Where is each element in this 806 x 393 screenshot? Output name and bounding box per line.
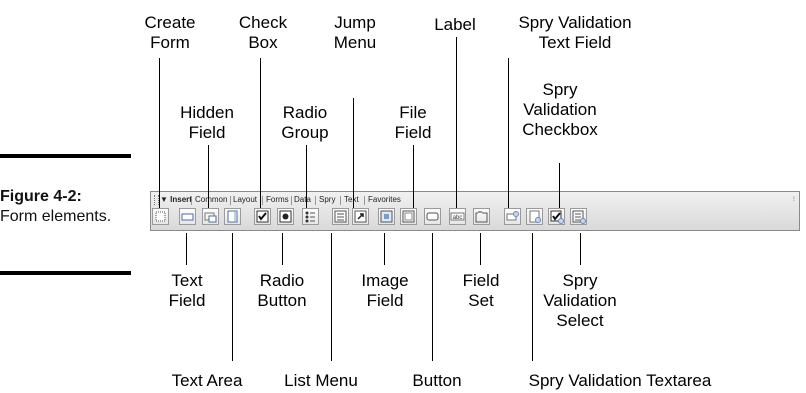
tab-separator xyxy=(315,196,316,205)
callout-spry-validation-checkbox: Spry Validation Checkbox xyxy=(522,80,598,139)
leader-line xyxy=(282,233,283,265)
tab-separator xyxy=(340,196,341,205)
leader-line xyxy=(186,233,187,265)
image-field-icon[interactable] xyxy=(378,208,395,225)
figure-caption: Figure 4-2: Form elements. xyxy=(0,187,140,227)
tab-separator xyxy=(191,196,192,205)
leader-line xyxy=(384,233,385,265)
tab-common[interactable]: Common xyxy=(195,193,227,207)
tab-separator xyxy=(262,196,263,205)
callout-button: Button xyxy=(412,371,462,390)
callout-text-area: Text Area xyxy=(171,371,243,390)
tab-forms[interactable]: Forms xyxy=(266,193,289,207)
label-icon[interactable]: abc xyxy=(449,208,466,225)
callout-jump-menu: Jump Menu xyxy=(333,13,377,52)
leader-line xyxy=(480,233,481,265)
callout-create-form: Create Form xyxy=(144,13,196,52)
leader-line xyxy=(413,145,414,208)
spry-validation-checkbox-icon[interactable] xyxy=(548,208,565,225)
callout-image-field: Image Field xyxy=(361,271,409,310)
spry-validation-text-field-icon[interactable] xyxy=(504,208,521,225)
callout-list-menu: List Menu xyxy=(284,371,358,390)
insert-toolbar: ▼ Insert Common Layout Forms Data Spry T… xyxy=(150,191,800,231)
tab-separator xyxy=(230,196,231,205)
tab-separator xyxy=(291,196,292,205)
tab-insert[interactable]: ▼ Insert xyxy=(160,193,192,207)
create-form-icon[interactable] xyxy=(152,208,169,225)
svg-text:abc: abc xyxy=(453,215,463,221)
callout-spry-validation-text-field: Spry Validation Text Field xyxy=(518,13,632,52)
leader-line xyxy=(559,163,560,208)
callout-field-set: Field Set xyxy=(462,271,500,310)
leader-line xyxy=(331,233,332,361)
leader-line xyxy=(306,145,307,208)
leader-line xyxy=(232,233,233,361)
jump-menu-icon[interactable] xyxy=(352,208,369,225)
leader-line xyxy=(159,58,160,208)
button-icon[interactable] xyxy=(424,208,441,225)
callout-text-field: Text Field xyxy=(168,271,206,310)
field-set-icon[interactable] xyxy=(473,208,490,225)
tab-layout[interactable]: Layout xyxy=(233,193,257,207)
radio-group-icon[interactable] xyxy=(302,208,319,225)
leader-line xyxy=(260,58,261,208)
leader-line xyxy=(580,233,581,265)
spry-validation-textarea-icon[interactable] xyxy=(526,208,543,225)
figure-number: Figure 4-2: xyxy=(0,188,82,205)
resize-grip-icon[interactable]: ⁝ xyxy=(793,195,795,203)
tab-separator xyxy=(364,196,365,205)
tab-favorites[interactable]: Favorites xyxy=(368,193,401,207)
caption-bottom-rule xyxy=(0,271,131,275)
spry-validation-select-icon[interactable] xyxy=(570,208,587,225)
tab-data[interactable]: Data xyxy=(294,193,311,207)
callout-check-box: Check Box xyxy=(238,13,288,52)
callout-hidden-field: Hidden Field xyxy=(180,103,234,142)
tab-insert-label: Insert xyxy=(170,195,192,204)
callout-label: Label xyxy=(434,15,476,34)
callout-radio-button: Radio Button xyxy=(257,271,307,310)
hidden-field-icon[interactable] xyxy=(202,208,219,225)
callout-file-field: File Field xyxy=(394,103,432,142)
leader-line xyxy=(456,37,457,208)
check-box-icon[interactable] xyxy=(254,208,271,225)
list-menu-icon[interactable] xyxy=(332,208,349,225)
radio-button-icon[interactable] xyxy=(277,208,294,225)
leader-line xyxy=(508,58,509,208)
callout-spry-validation-textarea: Spry Validation Textarea xyxy=(528,371,712,390)
tab-spry[interactable]: Spry xyxy=(319,193,335,207)
callout-spry-validation-select: Spry Validation Select xyxy=(543,271,617,330)
caption-top-rule xyxy=(0,154,131,158)
leader-line xyxy=(432,233,433,361)
figure-caption-text: Form elements. xyxy=(0,208,112,225)
tab-text[interactable]: Text xyxy=(344,193,359,207)
leader-line xyxy=(353,98,354,208)
file-field-icon[interactable] xyxy=(400,208,417,225)
text-field-icon[interactable] xyxy=(179,208,196,225)
leader-line xyxy=(208,145,209,208)
callout-radio-group: Radio Group xyxy=(281,103,329,142)
text-area-icon[interactable] xyxy=(224,208,241,225)
